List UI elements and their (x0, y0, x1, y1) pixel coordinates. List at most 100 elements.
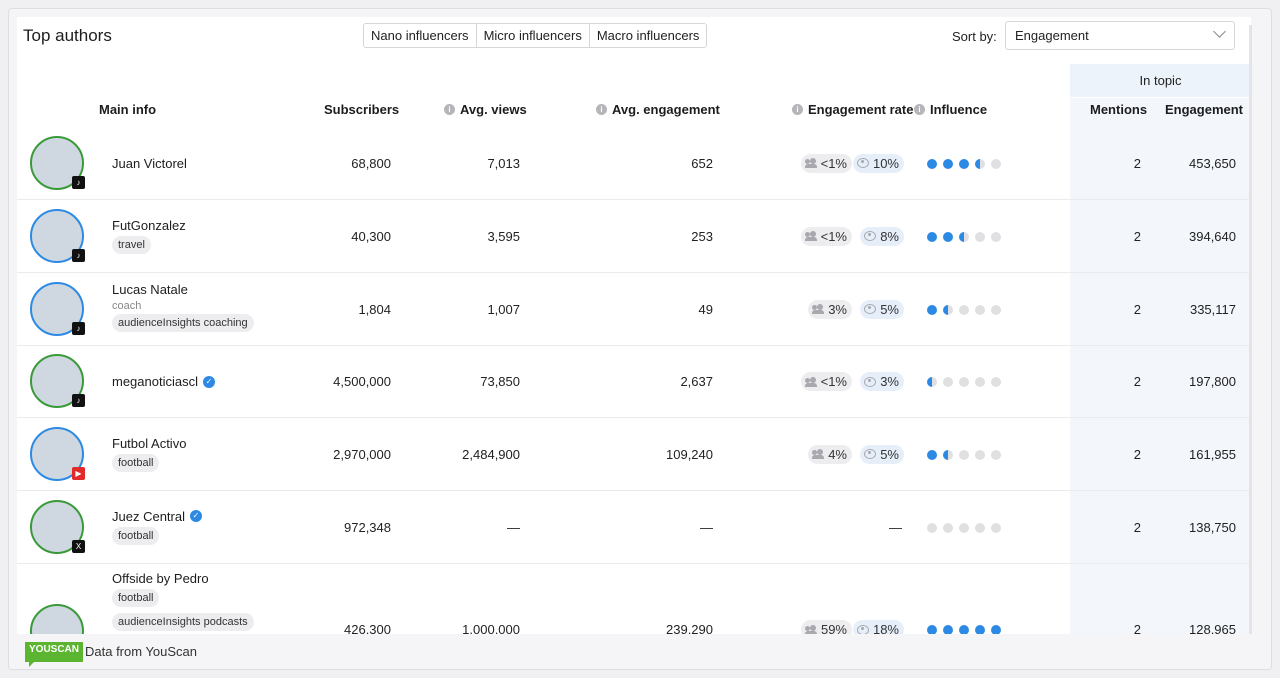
mentions-value: 2 (1133, 622, 1141, 634)
col-subscribers[interactable]: Subscribers (324, 102, 399, 117)
influence-dot (927, 304, 937, 315)
people-icon (804, 158, 817, 168)
table-row[interactable]: ♪Offside by PedrofootballaudienceInsight… (17, 564, 1251, 634)
segment-nano[interactable]: Nano influencers (364, 24, 477, 47)
col-influence[interactable]: i Influence (914, 102, 987, 117)
eye-icon (864, 376, 877, 387)
influence-dot (991, 304, 1001, 315)
author-name[interactable]: Lucas Natale (112, 282, 188, 297)
subscribers-value: 68,800 (351, 155, 391, 171)
author-name[interactable]: meganoticiascl ✓ (112, 374, 215, 389)
influence-dot (975, 304, 985, 315)
table-row[interactable]: ♪ FutGonzalez travel 40,300 3,595 253 <1% 8% 2 39… (17, 200, 1251, 273)
author-name-text: Lucas Natale (112, 281, 188, 297)
tiktok-icon: ♪ (72, 248, 85, 262)
col-avg-engagement-label: Avg. engagement (612, 102, 720, 117)
col-avg-engagement[interactable]: i Avg. engagement (596, 102, 720, 117)
table-row[interactable]: ♪ Lucas Natale coach audienceInsights coach… (17, 273, 1251, 346)
author-name[interactable]: Juan Victorel (112, 156, 187, 171)
col-engagement-rate-label: Engagement rate (808, 102, 914, 117)
author-tag[interactable]: football (112, 453, 160, 472)
table-row[interactable]: ♪ Juan Victorel 68,800 7,013 652 <1% 10% 2 453,6… (17, 127, 1251, 200)
people-icon (804, 231, 817, 241)
info-icon[interactable]: i (596, 104, 607, 115)
table-row[interactable]: X Juez Central ✓ football 972,348 — — — 2 138,750 (17, 491, 1251, 564)
people-icon (812, 449, 825, 459)
eye-icon (864, 449, 877, 459)
col-influence-label: Influence (930, 102, 988, 117)
col-engagement[interactable]: Engagement (1165, 102, 1243, 117)
engagement-rate-empty: — (889, 519, 902, 535)
influence-rating (927, 522, 1001, 533)
engagement-value: 161,955 (1189, 446, 1236, 462)
views-rate-value: 8% (880, 228, 899, 244)
tiktok-icon: ♪ (72, 394, 85, 407)
influence-dot (943, 377, 953, 387)
eye-icon (856, 624, 869, 634)
table-row[interactable]: ▶ Futbol Activo football 2,970,000 2,484,900… (17, 418, 1251, 491)
info-icon[interactable]: i (444, 104, 455, 115)
engagement-value: 335,117 (1189, 301, 1236, 317)
influence-dot (959, 231, 969, 242)
avg-engagement-value: — (700, 519, 713, 535)
author-tag[interactable]: football (112, 589, 160, 607)
segment-macro[interactable]: Macro influencers (589, 24, 707, 47)
influence-rating (927, 377, 1001, 387)
author-name[interactable]: Juez Central ✓ (112, 509, 202, 524)
author-tag[interactable]: audienceInsights podcasts (112, 613, 254, 631)
table-row[interactable]: ♪ meganoticiascl ✓ 4,500,000 73,850 2,637 <1% 3… (17, 346, 1251, 418)
author-name[interactable]: Offside by Pedro (112, 571, 209, 586)
author-name-text: FutGonzalez (112, 217, 186, 233)
views-rate-pill: 3% (860, 372, 904, 391)
people-icon (804, 376, 817, 387)
engagement-value: 128,965 (1189, 622, 1236, 634)
avg-engagement-value: 2,637 (680, 374, 713, 389)
segment-micro[interactable]: Micro influencers (476, 24, 590, 47)
influence-dot (959, 449, 969, 460)
audience-rate-value: 59% (820, 622, 847, 634)
author-tag[interactable]: audienceInsights coaching (112, 313, 254, 332)
author-name[interactable]: Futbol Activo (112, 436, 186, 451)
views-rate-pill: 5% (860, 444, 904, 464)
author-tag[interactable]: travel (112, 235, 151, 254)
x-icon: X (72, 539, 85, 553)
eye-icon (864, 304, 877, 314)
col-engagement-label: Engagement (1165, 102, 1244, 117)
eye-icon (856, 158, 869, 168)
scrollbar[interactable] (1249, 25, 1252, 634)
influence-dot (927, 625, 937, 634)
mentions-value: 2 (1133, 446, 1141, 462)
author-tag[interactable]: football (112, 526, 160, 545)
influence-dot (927, 377, 937, 387)
author-name-text: Offside by Pedro (112, 571, 209, 586)
avg-views-value: 1,007 (487, 301, 520, 317)
avg-engagement-value: 652 (691, 155, 713, 171)
engagement-value: 138,750 (1189, 519, 1236, 535)
audience-rate-pill: <1% (800, 153, 852, 173)
avg-views-value: 3,595 (487, 228, 520, 244)
sort-select[interactable]: Engagement (1005, 21, 1235, 50)
col-avg-views[interactable]: i Avg. views (444, 102, 527, 117)
influence-dot (927, 522, 937, 533)
influence-dot (927, 231, 937, 242)
avg-views-value: 2,484,900 (462, 446, 520, 462)
engagement-value: 453,650 (1189, 155, 1236, 171)
influence-dot (975, 449, 985, 460)
influence-dot (943, 158, 953, 169)
views-rate-value: 18% (872, 622, 899, 634)
influence-dot (927, 158, 937, 169)
info-icon[interactable]: i (792, 104, 803, 115)
col-main-info: Main info (99, 102, 156, 117)
audience-rate-pill: 59% (800, 620, 852, 634)
author-name[interactable]: FutGonzalez (112, 218, 186, 233)
tiktok-icon: ♪ (72, 321, 85, 335)
col-mentions[interactable]: Mentions (1090, 102, 1147, 117)
verified-icon: ✓ (203, 375, 215, 388)
influence-dot (943, 522, 953, 533)
influence-rating (927, 304, 1001, 315)
avg-views-value: — (507, 519, 520, 535)
info-icon[interactable]: i (914, 104, 925, 115)
influence-rating (927, 231, 1001, 242)
col-engagement-rate[interactable]: i Engagement rate (792, 102, 913, 117)
avatar[interactable] (30, 604, 84, 634)
